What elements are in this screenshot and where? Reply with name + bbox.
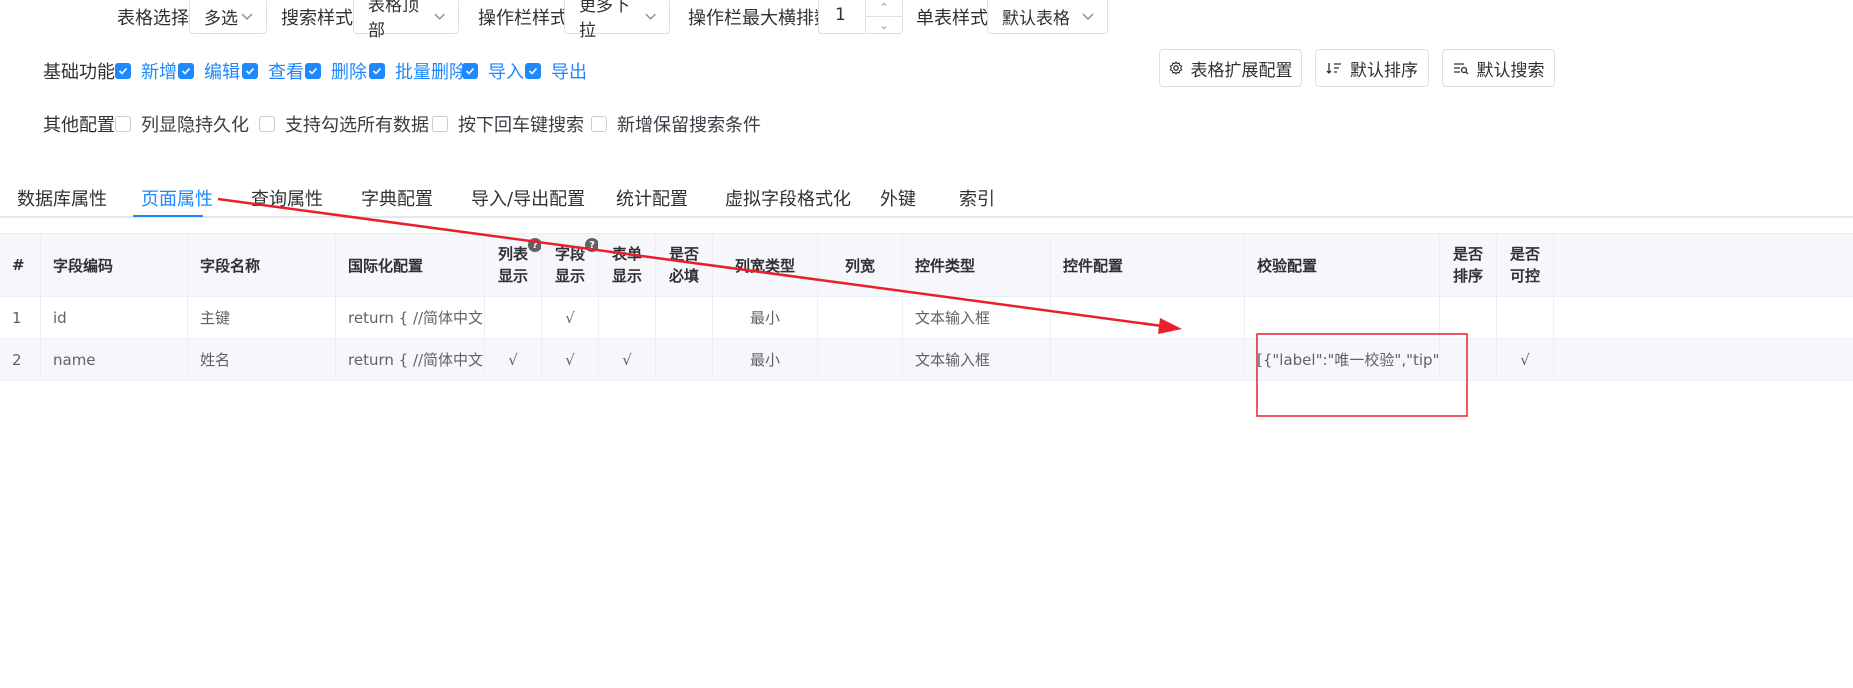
annotation-highlight-box — [1256, 333, 1468, 417]
annotation-arrow-head — [1158, 318, 1182, 334]
annotation-overlay — [217, 197, 1468, 417]
annotation-arrow-line — [217, 197, 1163, 328]
